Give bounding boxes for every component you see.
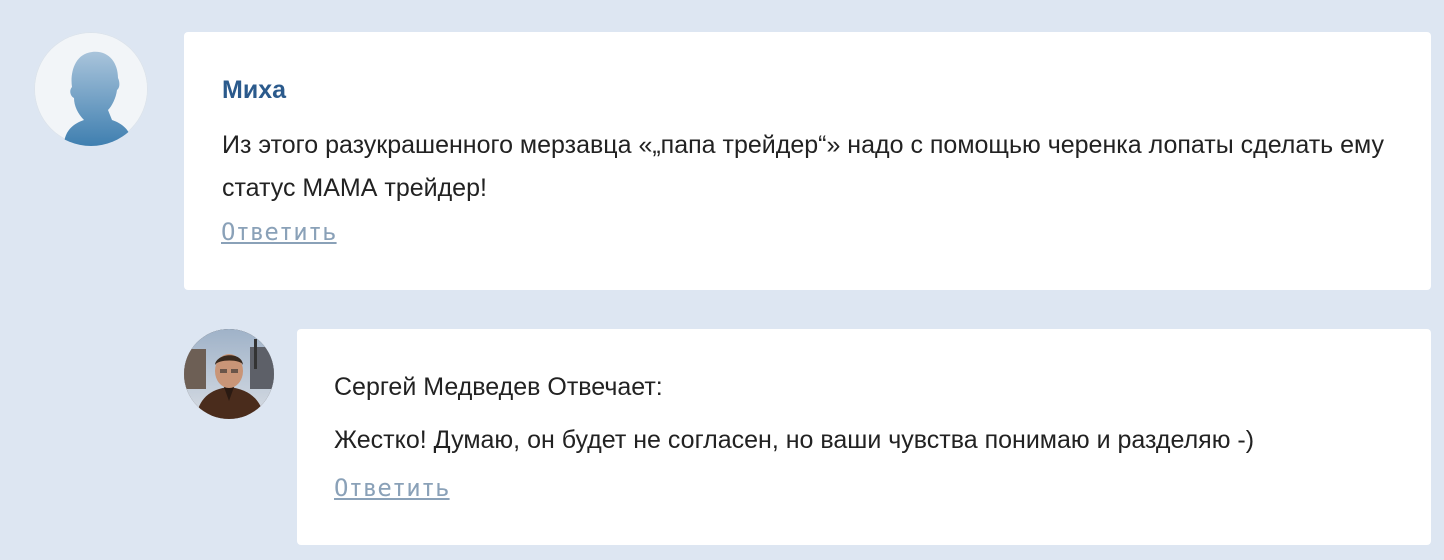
avatar	[34, 32, 148, 146]
avatar	[184, 329, 274, 419]
reply-link[interactable]: Ответить	[334, 474, 450, 502]
default-user-silhouette-icon	[35, 33, 147, 146]
author-name[interactable]: Миха	[222, 76, 286, 105]
reply-link[interactable]: Ответить	[221, 218, 337, 246]
user-photo-icon	[184, 329, 274, 419]
reply-card: Сергей Медведев Отвечает: Жестко! Думаю,…	[297, 329, 1431, 545]
comments-section: Миха Из этого разукрашенного мерзавца «„…	[0, 0, 1444, 560]
comment-text: Из этого разукрашенного мерзавца «„папа …	[222, 131, 1385, 202]
comment-text: Жестко! Думаю, он будет не согласен, но …	[334, 426, 1255, 454]
comment-card: Миха Из этого разукрашенного мерзавца «„…	[184, 32, 1431, 290]
reply-header: Сергей Медведев Отвечает:	[334, 373, 663, 401]
